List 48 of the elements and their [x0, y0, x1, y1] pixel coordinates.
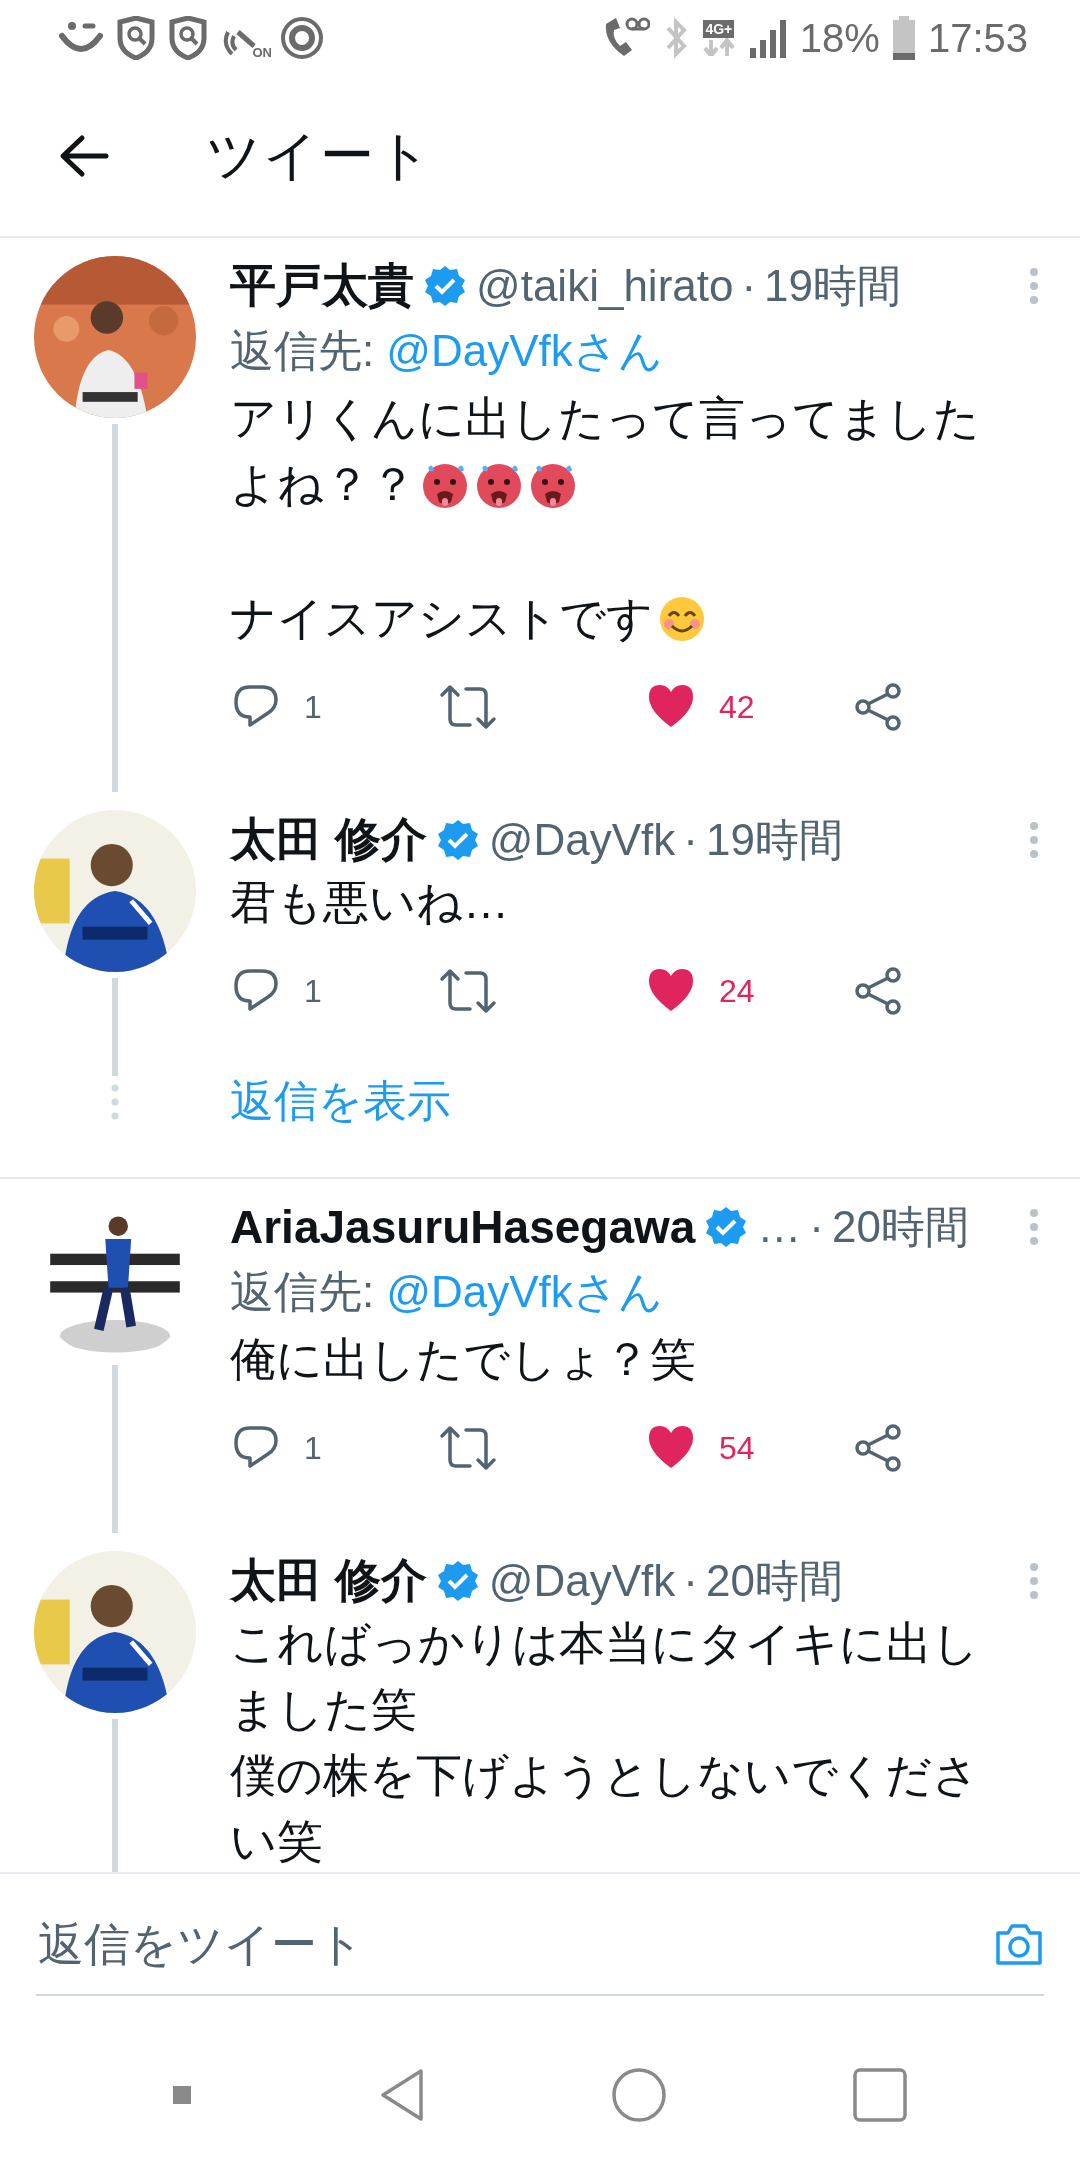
timestamp: 20時間 — [705, 1554, 843, 1607]
author-handle: … — [757, 1202, 802, 1252]
separator-dot: · — [741, 261, 757, 311]
recent-apps-icon[interactable] — [851, 2067, 908, 2123]
menu-icon[interactable] — [172, 2085, 193, 2105]
shield-search-icon — [116, 16, 156, 60]
clock: 17:53 — [927, 15, 1028, 61]
tweet-text: よね？？ — [230, 457, 416, 512]
author-name[interactable]: 平戸太貴 — [230, 255, 414, 317]
shield-search-icon — [168, 16, 208, 60]
tweet-text: ナイスアシストです — [230, 591, 653, 646]
author-name[interactable]: 太田 修介 — [230, 809, 427, 871]
timestamp: 19時間 — [705, 813, 843, 866]
tweet-text: 俺に出したでしょ？笑 — [230, 1332, 696, 1387]
author-handle: @taiki_hirato — [476, 261, 734, 311]
camera-icon[interactable] — [994, 1921, 1044, 1967]
separator-dot: · — [683, 815, 698, 865]
tweet-text: アリくんに出したって言ってました — [230, 391, 980, 446]
reply-count: 1 — [304, 688, 322, 726]
reply-label: 返信先: — [230, 1265, 375, 1318]
tweet-text: ました笑 — [230, 1682, 417, 1737]
author-name[interactable]: AriaJasuruHasegawa — [230, 1200, 696, 1254]
tweet-text: こればっかりは本当にタイキに出し — [230, 1616, 979, 1671]
reply-label: 返信先: — [230, 324, 375, 377]
author-handle: @DayVfk — [488, 815, 676, 865]
reply-field[interactable]: 返信をツイート — [36, 1916, 994, 1972]
timestamp: 19時間 — [764, 259, 902, 312]
author-handle: @DayVfk — [488, 1556, 676, 1606]
screen-title: ツイート — [206, 123, 433, 187]
tweet-text: 君も悪いね… — [230, 875, 509, 930]
tweet-text: 僕の株を下げようとしないでくださ — [230, 1748, 979, 1803]
timestamp: 20時間 — [832, 1200, 969, 1253]
author-name[interactable]: 太田 修介 — [230, 1550, 427, 1612]
tweet-text: い笑 — [230, 1814, 323, 1869]
reply-count: 1 — [304, 972, 322, 1010]
like-count: 42 — [719, 688, 755, 726]
battery-icon — [891, 16, 916, 60]
reply-count: 1 — [304, 1429, 322, 1467]
like-count: 24 — [719, 972, 755, 1010]
back-arrow-icon[interactable] — [58, 134, 110, 178]
battery-percent: 18% — [799, 15, 880, 61]
smile-face-emoji — [657, 594, 707, 644]
separator-dot: · — [809, 1202, 824, 1252]
home-icon[interactable] — [611, 2067, 668, 2123]
target-icon — [280, 16, 324, 60]
separator-dot: · — [683, 1556, 698, 1606]
signal-icon — [747, 18, 788, 58]
like-count: 54 — [719, 1429, 755, 1467]
